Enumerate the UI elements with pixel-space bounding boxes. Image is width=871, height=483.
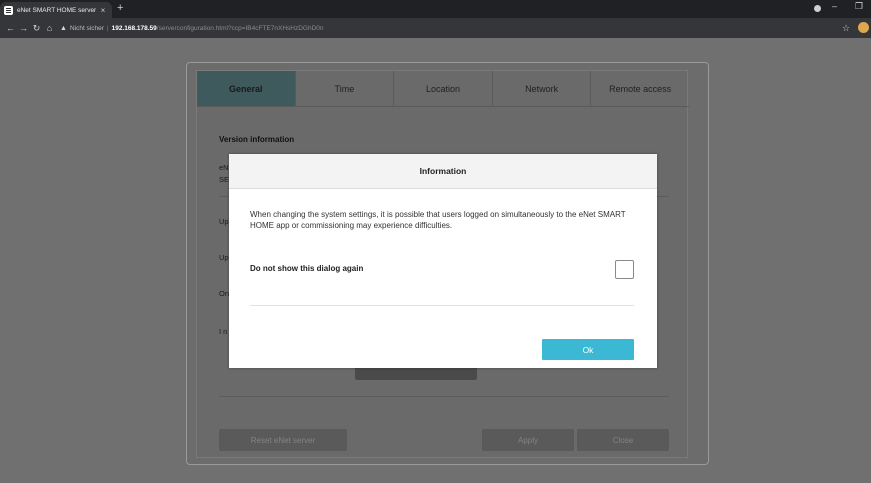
browser-toolbar: ← → ↻ ⌂ ▲ Nicht sicher | 192.168.178.59 … xyxy=(0,18,871,38)
dialog-divider xyxy=(250,305,634,306)
tab-time[interactable]: Time xyxy=(295,71,395,107)
behind-text: I n xyxy=(219,327,228,336)
restore-icon[interactable]: ❐ xyxy=(855,1,863,12)
address-separator: | xyxy=(106,24,109,32)
back-icon[interactable]: ← xyxy=(4,23,17,33)
address-bar[interactable]: ▲ Nicht sicher | 192.168.178.59 /serverc… xyxy=(60,25,324,32)
information-dialog: Information When changing the system set… xyxy=(229,154,657,368)
browser-tab[interactable]: eNet SMART HOME server × xyxy=(0,2,112,18)
minimize-icon[interactable]: – xyxy=(832,1,837,11)
behind-text: Up xyxy=(219,217,229,226)
dialog-title: Information xyxy=(229,154,657,189)
behind-text: eN xyxy=(219,163,229,172)
url-host: 192.168.178.59 xyxy=(111,24,157,32)
tab-general[interactable]: General xyxy=(197,71,296,107)
home-icon[interactable]: ⌂ xyxy=(43,23,56,33)
browser-tab-bar: eNet SMART HOME server × + – ❐ xyxy=(0,0,871,18)
section-title: Version information xyxy=(219,135,295,144)
divider xyxy=(219,396,669,397)
favicon-icon xyxy=(4,5,13,15)
dont-show-again-label: Do not show this dialog again xyxy=(250,264,364,273)
warning-icon: ▲ xyxy=(60,24,67,32)
reload-icon[interactable]: ↻ xyxy=(30,23,43,34)
tab-network[interactable]: Network xyxy=(492,71,592,107)
security-label: Nicht sicher xyxy=(69,24,104,32)
close-button[interactable]: Close xyxy=(577,429,669,451)
dont-show-again-checkbox[interactable] xyxy=(615,260,634,279)
tab-title: eNet SMART HOME server xyxy=(17,6,97,14)
url-path: /serverconfiguration.html?ccp=IB4cFTE7nX… xyxy=(156,24,324,32)
forward-icon[interactable]: → xyxy=(17,23,30,33)
tab-remote-access[interactable]: Remote access xyxy=(591,71,689,107)
behind-text: Up xyxy=(219,253,229,262)
bookmark-star-icon[interactable]: ☆ xyxy=(842,23,850,34)
extension-icon[interactable] xyxy=(814,5,821,12)
behind-text: SE xyxy=(219,175,230,184)
config-tabs: General Time Location Network Remote acc… xyxy=(197,71,689,107)
dialog-message: When changing the system settings, it is… xyxy=(250,210,626,230)
ok-button[interactable]: Ok xyxy=(542,339,634,360)
apply-button[interactable]: Apply xyxy=(482,429,574,451)
reset-server-button[interactable]: Reset eNet server xyxy=(219,429,347,451)
new-tab-button[interactable]: + xyxy=(117,2,123,14)
tab-close-icon[interactable]: × xyxy=(98,6,108,15)
profile-avatar[interactable] xyxy=(858,22,869,33)
tab-location[interactable]: Location xyxy=(394,71,493,107)
behind-text: On xyxy=(219,289,230,298)
